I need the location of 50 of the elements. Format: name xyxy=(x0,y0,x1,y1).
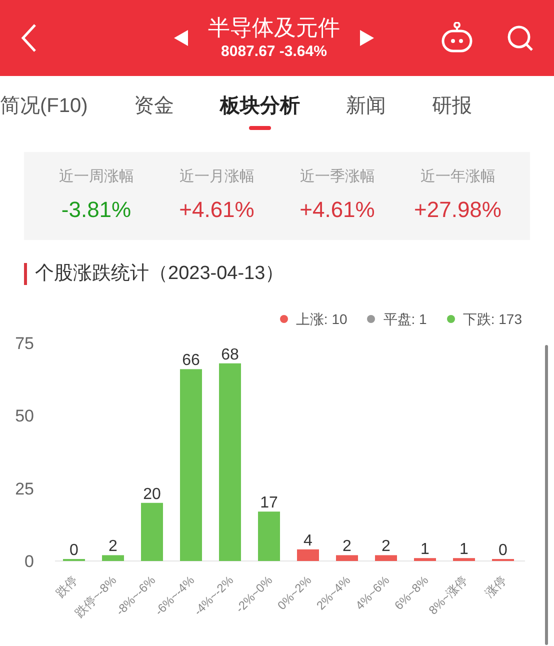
stat-label: 近一周涨幅 xyxy=(58,167,134,188)
stat-label: 近一月涨幅 xyxy=(179,167,254,188)
stat-value: +4.61% xyxy=(179,196,254,224)
tab[interactable]: 板块分析 xyxy=(220,76,300,136)
bar xyxy=(102,554,124,560)
bar xyxy=(453,558,475,560)
axis-label: 0 xyxy=(24,552,34,570)
axis-label: 涨停 xyxy=(482,572,510,600)
section-title: 个股涨跌统计（2023-04-13） xyxy=(35,262,284,286)
stat-value: +27.98% xyxy=(414,196,502,224)
value-label: 2 xyxy=(382,538,390,555)
search-icon[interactable] xyxy=(506,24,534,52)
axis-label: 25 xyxy=(15,478,34,498)
previous-icon[interactable] xyxy=(174,30,188,46)
window-title: 半导体及元件 xyxy=(208,14,340,42)
value-label: 0 xyxy=(70,542,78,558)
index-quote: 8087.67 -3.64% xyxy=(221,42,327,62)
next-icon[interactable] xyxy=(360,30,374,46)
value-label: 66 xyxy=(182,352,200,369)
value-label: 17 xyxy=(260,494,278,512)
bar xyxy=(297,548,319,560)
tab[interactable]: 研报 xyxy=(432,76,472,136)
bar xyxy=(141,502,163,560)
value-label: 2 xyxy=(108,538,118,555)
stat-label: 近一年涨幅 xyxy=(420,167,496,188)
value-label: 68 xyxy=(221,346,239,363)
axis-label: 75 xyxy=(15,334,34,352)
axis-label: 50 xyxy=(15,406,34,426)
tab[interactable]: 资金 xyxy=(134,76,174,136)
value-label: 2 xyxy=(342,538,352,555)
stat-value: +4.61% xyxy=(300,196,375,224)
legend-label: 下跌: 173 xyxy=(462,310,522,328)
stat-value: -3.81% xyxy=(61,196,132,224)
tab[interactable]: 简况(F10) xyxy=(0,76,88,136)
stat-label: 近一季涨幅 xyxy=(300,167,375,188)
robot-icon[interactable] xyxy=(440,22,474,54)
axis-label: 跌停 xyxy=(53,572,80,600)
legend-label: 上涨: 10 xyxy=(296,310,348,328)
tab[interactable]: 新闻 xyxy=(346,76,386,136)
bar xyxy=(258,511,280,560)
back-icon[interactable] xyxy=(20,23,38,53)
value-label: 0 xyxy=(498,542,508,558)
bar xyxy=(375,554,397,560)
value-label: 4 xyxy=(304,532,312,549)
bar xyxy=(336,554,358,560)
value-label: 1 xyxy=(420,540,430,558)
value-label: 1 xyxy=(460,540,468,558)
legend-label: 平盘: 1 xyxy=(383,310,427,328)
value-label: 20 xyxy=(143,485,161,502)
bar xyxy=(414,558,436,560)
